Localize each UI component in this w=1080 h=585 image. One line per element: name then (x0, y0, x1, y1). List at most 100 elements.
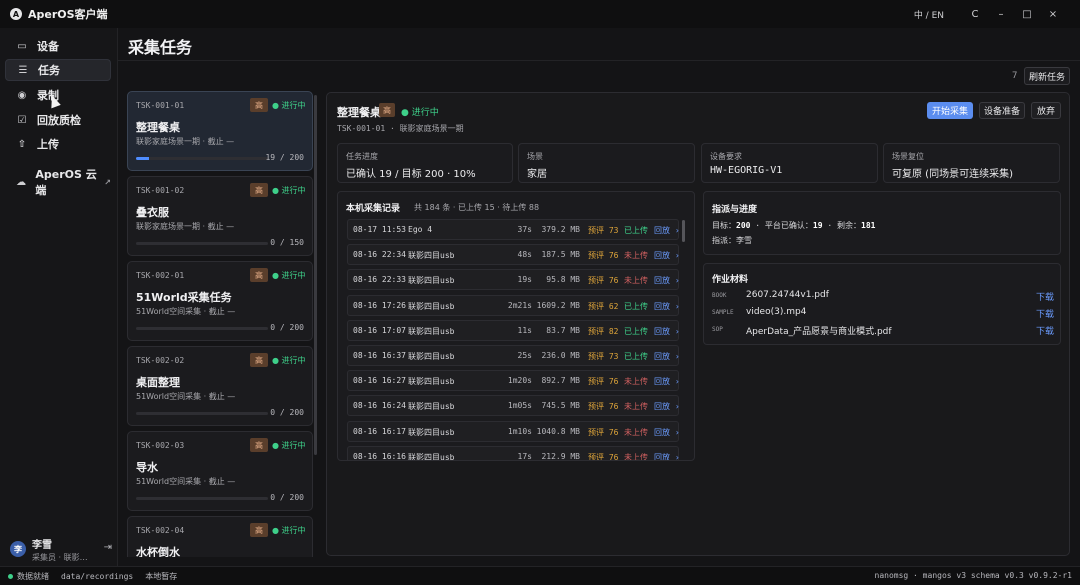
task-card[interactable]: TSK-002-02 高 ● 进行中 桌面整理 51World空间采集 · 截止 — 0 … (127, 346, 313, 426)
record-row[interactable]: 08-16 16:24 联影四目usb 1m05s 745.5 MB 预评 76 未上传回… (347, 395, 680, 417)
priority-badge: 高 (250, 268, 268, 282)
record-row[interactable]: 08-17 11:53 Ego 4 37s 379.2 MB 预评 73 已上传 回放 › (347, 219, 680, 240)
record-size: 187.5 MB (541, 250, 580, 260)
start-collection-button[interactable]: 开始采集 (927, 102, 973, 119)
material-filename: AperData_产品愿景与商业模式.pdf (746, 327, 892, 337)
record-row[interactable]: 08-16 16:16 联影四目usb 17s 212.9 MB 预评 76 未上传 回放 … (347, 445, 680, 461)
record-score: 预评 82 (588, 326, 619, 336)
close-icon[interactable]: × (1040, 9, 1066, 20)
material-row: SOP AperData_产品愿景与商业模式.pdf 下载 (712, 324, 1054, 338)
record-playback-link[interactable]: 回放 › (654, 351, 680, 362)
avatar: 李 (10, 541, 26, 557)
sidebar-item-label: 设备 (37, 40, 59, 53)
record-playback-link[interactable]: 回放 › (654, 401, 680, 412)
device-prepare-button[interactable]: 设备准备 (979, 102, 1025, 119)
stat-scene: 场景 家居 (518, 143, 695, 183)
task-progress-fill (136, 157, 149, 160)
record-playback-link[interactable]: 回放 › (654, 376, 680, 387)
record-upload-status: 未上传 (624, 402, 648, 412)
list-icon: ☰ (18, 64, 28, 76)
sidebar-item-upload[interactable]: ⇧ 上传 (5, 133, 111, 155)
abandon-button[interactable]: 放弃 (1031, 102, 1061, 119)
task-subtitle: 51World空间采集 · 截止 — (136, 392, 236, 401)
task-card[interactable]: TSK-001-01 高 ● 进行中 整理餐桌 联影家庭场景一期 · 截止 — 19 / … (127, 91, 313, 171)
record-row[interactable]: 08-16 16:17 联影四目usb 1m10s 1040.8 MB 预评 76 未上传… (347, 420, 680, 442)
sidebar-item-playback-qc[interactable]: ☑ 回放质检 (5, 109, 111, 131)
sidebar-item-tasks[interactable]: ☰ 任务 (5, 59, 111, 81)
record-size: 95.8 MB (546, 275, 580, 285)
records-meta: 共 184 条 · 已上传 15 · 待上传 88 (414, 203, 540, 212)
task-subtitle: 联影家庭场景一期 · 截止 — (136, 222, 235, 231)
task-card[interactable]: TSK-002-01 高 ● 进行中 51World采集任务 51World空间采集 ·… (127, 261, 313, 341)
record-icon: ◉ (17, 89, 27, 101)
task-title: 叠衣服 (136, 206, 169, 219)
record-score: 预评 76 (588, 402, 619, 412)
record-duration: 11s (517, 325, 532, 335)
task-count: 7 (1012, 71, 1018, 81)
record-row[interactable]: 08-16 17:26 联影四目usb 2m21s 1609.2 MB 预评 62 已上传… (347, 294, 680, 316)
task-list-scrollbar[interactable] (314, 95, 317, 455)
user-profile[interactable]: 李 李雪 采集员 · 联影… ⇥ (10, 536, 112, 562)
record-duration: 17s (517, 451, 532, 461)
task-card[interactable]: TSK-002-04 高 ● 进行中 水杯倒水 (127, 516, 313, 557)
record-row[interactable]: 08-16 16:37 联影四目usb 25s 236.0 MB 预评 73 已上传 回放 … (347, 345, 680, 366)
record-upload-status: 未上传 (624, 276, 648, 286)
task-card[interactable]: TSK-002-03 高 ● 进行中 导水 51World空间采集 · 截止 — 0 / … (127, 431, 313, 511)
theme-toggle-icon[interactable]: C (962, 9, 988, 20)
record-playback-link[interactable]: 回放 › (654, 452, 680, 460)
record-playback-link[interactable]: 回放 › (654, 427, 680, 438)
record-duration: 1m10s (507, 426, 532, 436)
priority-badge: 高 (250, 183, 268, 197)
logout-icon[interactable]: ⇥ (104, 542, 112, 553)
task-list: TSK-001-01 高 ● 进行中 整理餐桌 联影家庭场景一期 · 截止 —19 / … (126, 91, 316, 557)
task-id: TSK-001-01 (136, 101, 185, 110)
download-link[interactable]: 下载 (1036, 307, 1054, 320)
record-playback-link[interactable]: 回放 › (654, 301, 680, 312)
language-toggle[interactable]: 中 / EN (914, 8, 944, 21)
record-row[interactable]: 08-16 22:33 联影四目usb 19s 95.8 MB 预评 76 未上传 回放 › (347, 269, 680, 291)
target-prefix: 目标： (712, 221, 736, 230)
sidebar: ▭ 设备 ☰ 任务 ◉ 录制 ☑ 回放质检 ⇧ 上传 ☁ AperOS 云端 ↗… (0, 28, 118, 566)
stat-label: 场景复位 (892, 152, 924, 161)
record-playback-link[interactable]: 回放 › (654, 250, 680, 261)
record-score: 预评 62 (588, 301, 619, 311)
record-playback-link[interactable]: 回放 › (654, 225, 680, 236)
minimize-icon[interactable]: – (988, 9, 1014, 20)
record-row[interactable]: 08-16 22:34 联影四目usb 48s 187.5 MB 预评 76 未上传 回放 … (347, 244, 680, 266)
sidebar-item-devices[interactable]: ▭ 设备 (5, 35, 111, 57)
task-id: TSK-002-01 (136, 271, 185, 280)
material-row: SAMPLE video(3).mp4 下载 (712, 307, 1054, 321)
record-upload-status: 未上传 (624, 377, 648, 387)
record-playback-link[interactable]: 回放 › (654, 275, 680, 286)
task-progress-bar (136, 157, 268, 160)
record-time: 08-16 16:16 (353, 451, 406, 461)
record-time: 08-16 16:24 (353, 401, 406, 411)
refresh-tasks-button[interactable]: 刷新任务 (1024, 67, 1070, 85)
priority-badge: 高 (250, 438, 268, 452)
record-row[interactable]: 08-16 17:07 联影四目usb 11s 83.7 MB 预评 82 已上传 回放 › (347, 319, 680, 341)
download-link[interactable]: 下载 (1036, 324, 1054, 337)
sidebar-item-label: AperOS 云端 (35, 168, 97, 197)
record-row[interactable]: 08-16 16:27 联影四目usb 1m20s 892.7 MB 预评 76 未上传回… (347, 370, 680, 392)
user-role: 采集员 · 联影… (32, 552, 88, 562)
records-scrollbar[interactable] (682, 220, 685, 242)
record-upload-status: 未上传 (624, 251, 648, 261)
record-size: 379.2 MB (541, 225, 580, 234)
sidebar-item-cloud[interactable]: ☁ AperOS 云端 ↗ (5, 168, 111, 197)
stat-label: 场景 (527, 152, 543, 161)
record-duration: 25s (517, 351, 532, 360)
connection-status: 数据就绪 (8, 571, 49, 582)
task-id: TSK-002-03 (136, 441, 185, 450)
assignment-target-line: 目标：200 · 平台已确认：19 · 剩余：181 (712, 220, 875, 231)
record-duration: 1m05s (507, 401, 532, 411)
task-title: 整理餐桌 (136, 121, 180, 134)
task-subtitle: 51World空间采集 · 截止 — (136, 307, 236, 316)
task-card[interactable]: TSK-001-02 高 ● 进行中 叠衣服 联影家庭场景一期 · 截止 — 0 / 15… (127, 176, 313, 256)
maximize-icon[interactable]: □ (1014, 9, 1040, 20)
priority-badge: 高 (379, 103, 395, 117)
download-link[interactable]: 下载 (1036, 290, 1054, 303)
priority-badge: 高 (250, 98, 268, 112)
remaining-value: 181 (861, 221, 876, 230)
record-playback-link[interactable]: 回放 › (654, 326, 680, 337)
task-title: 桌面整理 (136, 376, 180, 389)
